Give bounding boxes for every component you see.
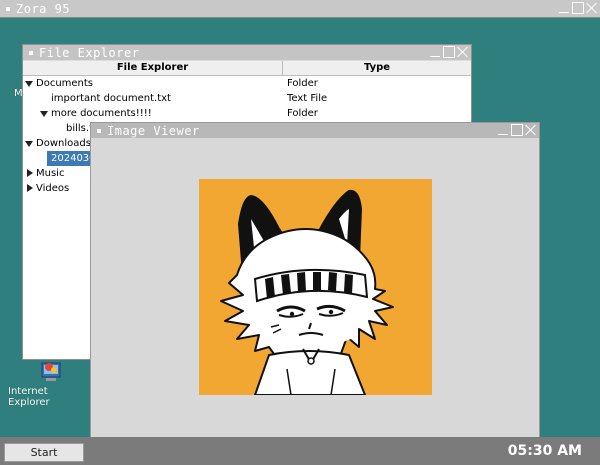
- column-header-type[interactable]: Type: [283, 61, 471, 75]
- expand-arrow-icon[interactable]: [40, 111, 48, 117]
- desktop-icon-internet-explorer[interactable]: Internet Explorer: [6, 356, 92, 408]
- image-viewer-title: Image Viewer: [107, 123, 200, 138]
- tree-item-type: Text File: [287, 93, 328, 104]
- os-window-controls: [558, 2, 598, 14]
- minimize-icon[interactable]: [558, 2, 570, 14]
- tree-item-type: Folder: [287, 108, 318, 119]
- displayed-image: [199, 179, 432, 395]
- tree-row-more-documents[interactable]: more documents!!!! Folder: [23, 106, 471, 121]
- collapse-arrow-icon[interactable]: [27, 169, 33, 177]
- tree-item-label: 2024030: [51, 153, 96, 164]
- window-menu-icon[interactable]: [29, 50, 33, 55]
- minimize-icon[interactable]: [429, 46, 441, 58]
- close-icon[interactable]: [586, 2, 598, 14]
- tree-item-label: more documents!!!!: [51, 108, 152, 119]
- maximize-icon[interactable]: [572, 2, 584, 14]
- image-viewer-window[interactable]: Image Viewer: [90, 122, 540, 438]
- taskbar: Start 05:30 AM: [0, 437, 600, 465]
- tree-item-label: Documents: [36, 78, 94, 89]
- window-menu-icon[interactable]: [6, 6, 10, 11]
- tree-row-important-document[interactable]: important document.txt Text File: [23, 91, 471, 106]
- close-icon[interactable]: [457, 46, 469, 58]
- expand-arrow-icon[interactable]: [25, 141, 33, 147]
- cat-character-drawing: [220, 189, 394, 395]
- maximize-icon[interactable]: [443, 46, 455, 58]
- column-header-name[interactable]: File Explorer: [23, 61, 283, 75]
- minimize-icon[interactable]: [497, 124, 509, 136]
- tree-item-label: bills.t: [66, 123, 93, 134]
- taskbar-clock: 05:30 AM: [507, 443, 582, 459]
- tree-item-label: Videos: [36, 183, 70, 194]
- tree-item-type: Folder: [287, 78, 318, 89]
- tree-item-label: important document.txt: [51, 93, 171, 104]
- desktop-icon-label: Internet Explorer: [8, 386, 50, 408]
- os-title: Zora 95: [16, 1, 71, 16]
- image-viewer-title-bar[interactable]: Image Viewer: [91, 123, 539, 138]
- os-title-bar: Zora 95: [0, 0, 600, 18]
- tree-item-label: Music: [36, 168, 65, 179]
- file-explorer-title-bar[interactable]: File Explorer: [23, 45, 471, 60]
- expand-arrow-icon[interactable]: [25, 81, 33, 87]
- collapse-arrow-icon[interactable]: [27, 184, 33, 192]
- tree-item-label: Downloads: [36, 138, 91, 149]
- start-button[interactable]: Start: [4, 443, 84, 462]
- window-menu-icon[interactable]: [97, 128, 101, 133]
- file-explorer-title: File Explorer: [39, 45, 140, 60]
- tree-row-documents[interactable]: Documents Folder: [23, 76, 471, 91]
- file-list-header: File Explorer Type: [23, 60, 471, 76]
- close-icon[interactable]: [525, 124, 537, 136]
- maximize-icon[interactable]: [511, 124, 523, 136]
- internet-explorer-icon: [41, 362, 61, 381]
